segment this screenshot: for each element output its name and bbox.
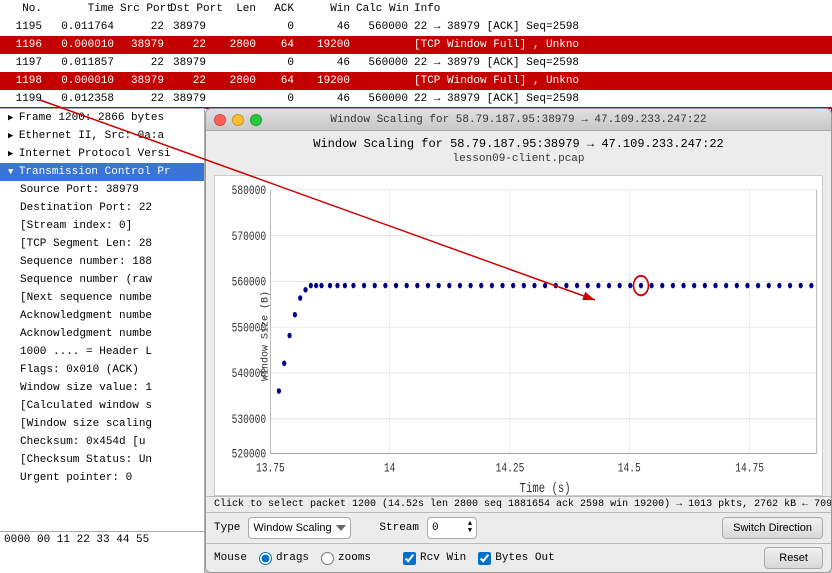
- bytes-out-checkbox-label[interactable]: Bytes Out: [478, 552, 554, 565]
- drags-radio[interactable]: [259, 552, 272, 565]
- detail-item-3[interactable]: Transmission Control Pr: [0, 163, 204, 181]
- stream-spinner[interactable]: 0 ▲ ▼: [427, 517, 477, 539]
- detail-item-19[interactable]: [Checksum Status: Un: [0, 451, 204, 469]
- packet-row-1196[interactable]: 1196 0.000010 38979 22 2800 64 19200 [TC…: [0, 36, 832, 54]
- detail-item-9[interactable]: Sequence number (raw: [0, 271, 204, 289]
- rcv-win-checkbox[interactable]: [403, 552, 416, 565]
- drags-radio-label[interactable]: drags: [259, 552, 309, 565]
- detail-panel: Frame 1200: 2866 bytesEthernet II, Src: …: [0, 108, 205, 573]
- close-button[interactable]: [214, 114, 226, 126]
- svg-text:570000: 570000: [232, 231, 266, 244]
- window-title: Window Scaling for 58.79.187.95:38979 → …: [330, 114, 706, 126]
- hex-content: 0000 00 11 22 33 44 55: [4, 534, 149, 546]
- svg-text:14.25: 14.25: [496, 462, 525, 475]
- bytes-out-label: Bytes Out: [495, 552, 554, 564]
- zooms-label: zooms: [338, 552, 371, 564]
- detail-item-10[interactable]: [Next sequence numbe: [0, 289, 204, 307]
- spinner-down[interactable]: ▼: [468, 528, 472, 535]
- detail-item-17[interactable]: [Window size scaling: [0, 415, 204, 433]
- detail-item-7[interactable]: [TCP Segment Len: 28: [0, 235, 204, 253]
- packet-row-1198[interactable]: 1198 0.000010 38979 22 2800 64 19200 [TC…: [0, 72, 832, 90]
- zooms-radio[interactable]: [321, 552, 334, 565]
- stream-label: Stream: [379, 522, 419, 534]
- packet-row-header: No. Time Src Port Dst Port Len ACK Win C…: [0, 0, 832, 18]
- detail-item-13[interactable]: 1000 .... = Header L: [0, 343, 204, 361]
- detail-item-1[interactable]: Ethernet II, Src: 0a:a: [0, 127, 204, 145]
- svg-text:530000: 530000: [232, 414, 266, 427]
- bytes-out-checkbox[interactable]: [478, 552, 491, 565]
- reset-button[interactable]: Reset: [764, 547, 823, 569]
- mouse-bar: Mouse drags zooms Rcv Win Bytes Out Rese…: [206, 543, 831, 572]
- graph-subtitle: lesson09-client.pcap: [206, 153, 831, 165]
- detail-item-20[interactable]: Urgent pointer: 0: [0, 469, 204, 487]
- packet-row-1199[interactable]: 1199 0.012358 22 38979 0 46 560000 22 → …: [0, 90, 832, 108]
- svg-text:520000: 520000: [232, 449, 266, 462]
- stream-value: 0: [432, 522, 468, 534]
- graph-svg: 580000 570000 560000 550000 540000 53000…: [215, 176, 822, 495]
- minimize-button[interactable]: [232, 114, 244, 126]
- graph-area[interactable]: Window Size (B) 580000 570000 560000 550…: [214, 175, 823, 496]
- mouse-label: Mouse: [214, 552, 247, 564]
- graph-window: Window Scaling for 58.79.187.95:38979 → …: [205, 108, 832, 573]
- svg-text:Time (s): Time (s): [520, 481, 571, 495]
- detail-item-8[interactable]: Sequence number: 188: [0, 253, 204, 271]
- detail-item-5[interactable]: Destination Port: 22: [0, 199, 204, 217]
- detail-item-18[interactable]: Checksum: 0x454d [u: [0, 433, 204, 451]
- detail-item-4[interactable]: Source Port: 38979: [0, 181, 204, 199]
- type-select[interactable]: Window Scaling: [248, 517, 351, 539]
- detail-item-0[interactable]: Frame 1200: 2866 bytes: [0, 109, 204, 127]
- svg-text:560000: 560000: [232, 277, 266, 290]
- svg-text:14: 14: [384, 462, 396, 475]
- switch-direction-button[interactable]: Switch Direction: [722, 517, 823, 539]
- rcv-win-label: Rcv Win: [420, 552, 466, 564]
- detail-item-14[interactable]: Flags: 0x010 (ACK): [0, 361, 204, 379]
- detail-item-2[interactable]: Internet Protocol Versi: [0, 145, 204, 163]
- hex-panel: 0000 00 11 22 33 44 55: [0, 531, 205, 573]
- type-label: Type: [214, 522, 240, 534]
- svg-text:13.75: 13.75: [256, 462, 285, 475]
- rcv-win-checkbox-label[interactable]: Rcv Win: [403, 552, 466, 565]
- detail-item-6[interactable]: [Stream index: 0]: [0, 217, 204, 235]
- svg-text:14.5: 14.5: [618, 462, 641, 475]
- y-axis-label: Window Size (B): [261, 290, 272, 380]
- detail-item-15[interactable]: Window size value: 1: [0, 379, 204, 397]
- packet-row-1195[interactable]: 1195 0.011764 22 38979 0 46 560000 22 → …: [0, 18, 832, 36]
- packet-row-1197[interactable]: 1197 0.011857 22 38979 0 46 560000 22 → …: [0, 54, 832, 72]
- maximize-button[interactable]: [250, 114, 262, 126]
- svg-text:580000: 580000: [232, 185, 266, 198]
- detail-item-16[interactable]: [Calculated window s: [0, 397, 204, 415]
- zooms-radio-label[interactable]: zooms: [321, 552, 371, 565]
- status-text: Click to select packet 1200 (14.52s len …: [214, 499, 831, 510]
- controls-bar: Type Window Scaling Stream 0 ▲ ▼ Switch …: [206, 512, 831, 543]
- status-bar: Click to select packet 1200 (14.52s len …: [206, 496, 831, 512]
- detail-item-11[interactable]: Acknowledgment numbe: [0, 307, 204, 325]
- detail-item-12[interactable]: Acknowledgment numbe: [0, 325, 204, 343]
- drags-label: drags: [276, 552, 309, 564]
- svg-text:14.75: 14.75: [735, 462, 764, 475]
- window-controls[interactable]: [214, 114, 262, 126]
- titlebar: Window Scaling for 58.79.187.95:38979 → …: [206, 109, 831, 131]
- graph-title: Window Scaling for 58.79.187.95:38979 → …: [206, 131, 831, 153]
